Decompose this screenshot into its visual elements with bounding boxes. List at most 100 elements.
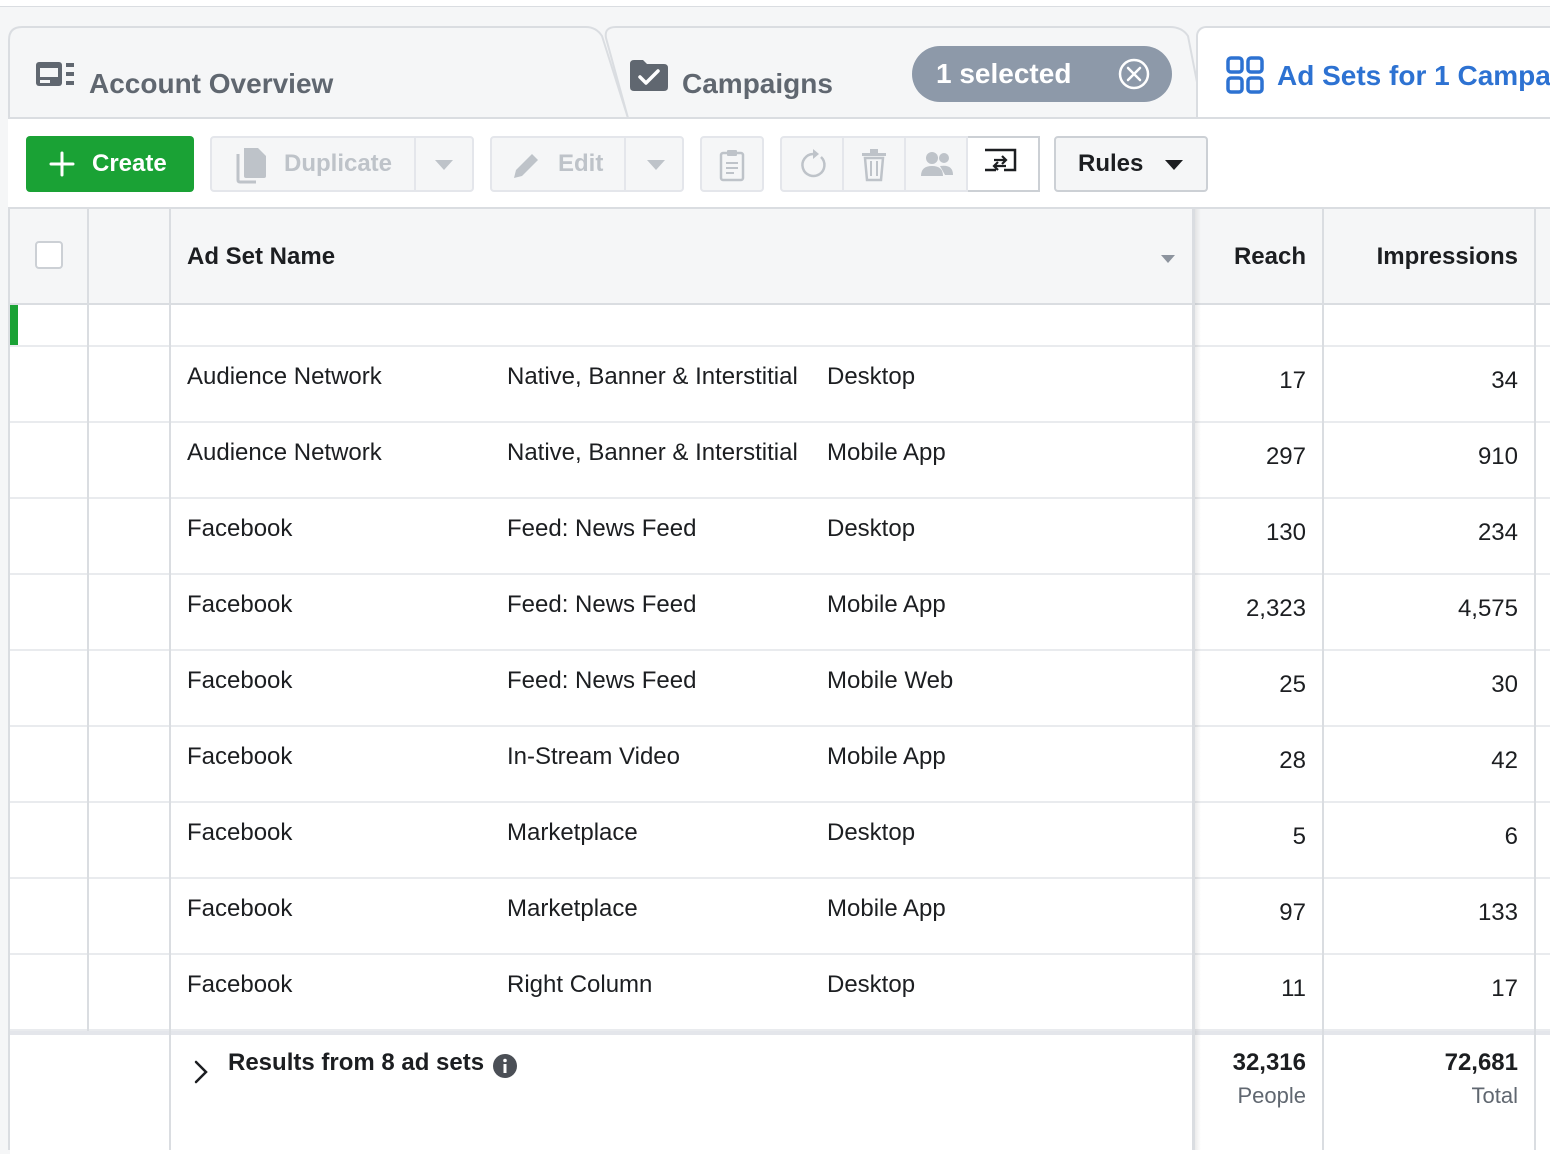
table-row[interactable]: Facebook In-Stream Video Mobile App 28 42 [10,727,1550,803]
cell-placement: Marketplace [507,819,638,846]
edit-label: Edit [558,150,604,177]
cell-platform: Facebook [187,819,293,846]
cell-platform: Audience Network [187,439,382,466]
people-icon[interactable] [920,148,954,182]
tab-campaigns-label: Campaigns [682,68,833,99]
tab-ad-sets-label: Ad Sets for 1 Campaig [1277,60,1550,91]
ad-sets-table: Ad Set Name Reach Impressions Audience N… [8,207,1550,1154]
plus-icon [49,151,75,177]
table-row[interactable]: Facebook Marketplace Desktop 5 6 [10,803,1550,879]
table-row[interactable]: Facebook Right Column Desktop 11 17 [10,955,1550,1031]
cell-impressions: 133 [1477,899,1518,926]
table-row[interactable]: Facebook Feed: News Feed Mobile App 2,323 4,… [10,575,1550,651]
cell-placement: In-Stream Video [507,743,680,770]
tab-account-overview[interactable]: Account Overview [8,26,628,118]
cell-placement: Feed: News Feed [507,515,697,542]
frozen-column-shadow [1195,209,1201,1150]
table-row[interactable]: Audience Network Native, Banner & Interst… [10,423,1550,499]
table-row[interactable]: Facebook Feed: News Feed Desktop 130 234 [10,499,1550,575]
create-label: Create [92,150,167,177]
cell-placement: Native, Banner & Interstitial [507,363,798,390]
cell-platform: Facebook [187,667,293,694]
group-divider [842,138,844,190]
cell-impressions: 42 [1491,747,1518,774]
rules-label: Rules [1078,150,1144,177]
reach-total: 32,316 [1232,1049,1306,1076]
create-button[interactable]: Create [26,136,194,192]
cell-reach: 130 [1265,519,1306,546]
column-divider [87,209,89,1031]
duplicate-dropdown-icon[interactable] [434,159,454,171]
cell-placement: Feed: News Feed [507,591,697,618]
column-divider [169,209,171,1150]
selection-indicator [10,305,18,345]
column-divider [1322,209,1324,1150]
reach-total-unit: People [1237,1083,1306,1108]
ad-sets-grid-icon [1226,56,1264,94]
tab-campaigns[interactable]: Campaigns 1 selected [600,26,1220,118]
action-button-group [780,136,1040,192]
table-row[interactable]: Facebook Feed: News Feed Mobile Web 25 30 [10,651,1550,727]
group-divider [904,138,906,190]
chevron-right-icon[interactable] [190,1057,212,1087]
column-divider [1534,209,1536,1150]
cell-device: Desktop [827,971,916,998]
table-row[interactable]: Facebook Marketplace Mobile App 97 133 [10,879,1550,955]
cell-impressions: 17 [1491,975,1518,1002]
compare-button[interactable] [968,136,1040,192]
cell-device: Desktop [827,515,916,542]
trash-icon[interactable] [860,148,888,182]
cell-platform: Audience Network [187,363,382,390]
cell-reach: 28 [1279,747,1306,774]
duplicate-button[interactable]: Duplicate [210,136,474,192]
column-header-ad-set-name[interactable]: Ad Set Name [187,243,335,271]
cell-platform: Facebook [187,971,293,998]
duplicate-label: Duplicate [284,150,393,177]
rules-button[interactable]: Rules [1054,136,1208,192]
split-divider [624,138,626,190]
table-header: Ad Set Name Reach Impressions [10,209,1550,305]
refresh-icon[interactable] [796,148,830,182]
cell-device: Desktop [827,819,916,846]
edit-button[interactable]: Edit [490,136,684,192]
cell-reach: 297 [1265,443,1306,470]
cell-reach: 2,323 [1245,595,1306,622]
cell-platform: Facebook [187,591,293,618]
cell-impressions: 910 [1477,443,1518,470]
cell-impressions: 30 [1491,671,1518,698]
cell-reach: 17 [1279,367,1306,394]
cell-device: Mobile Web [827,667,954,694]
table-row[interactable]: Audience Network Native, Banner & Interst… [10,347,1550,423]
duplicate-icon [236,148,266,184]
results-label: Results from 8 ad sets [228,1049,485,1076]
column-header-impressions[interactable]: Impressions [1326,243,1518,271]
clear-selection-icon[interactable] [1118,58,1150,90]
cell-placement: Right Column [507,971,653,998]
split-divider [414,138,416,190]
toolbar: Create Duplicate Edit Rules [8,117,1550,209]
sort-caret-icon[interactable] [1161,255,1175,263]
tab-account-overview-label: Account Overview [89,68,334,99]
paste-button[interactable] [700,136,764,192]
cell-reach: 97 [1279,899,1306,926]
cell-placement: Native, Banner & Interstitial [507,439,798,466]
cell-impressions: 4,575 [1457,595,1518,622]
tab-ad-sets[interactable]: Ad Sets for 1 Campaig [1196,26,1550,118]
account-overview-icon [36,62,74,86]
column-header-reach[interactable]: Reach [1196,243,1306,271]
edit-dropdown-icon[interactable] [646,159,666,171]
impressions-total-unit: Total [1471,1083,1518,1108]
cell-reach: 5 [1292,823,1306,850]
cell-placement: Marketplace [507,895,638,922]
new-row-placeholder [10,305,1550,347]
selected-count-pill[interactable]: 1 selected [912,46,1172,102]
select-all-checkbox[interactable] [35,241,63,269]
summary-row: Results from 8 ad sets 32,316 People 72,… [10,1031,1550,1154]
selected-count-label: 1 selected [936,58,1072,89]
cell-placement: Feed: News Feed [507,667,697,694]
chevron-down-icon [1165,160,1183,170]
cell-impressions: 234 [1477,519,1518,546]
pencil-icon [514,154,538,178]
info-icon[interactable] [492,1053,518,1079]
cell-reach: 25 [1279,671,1306,698]
